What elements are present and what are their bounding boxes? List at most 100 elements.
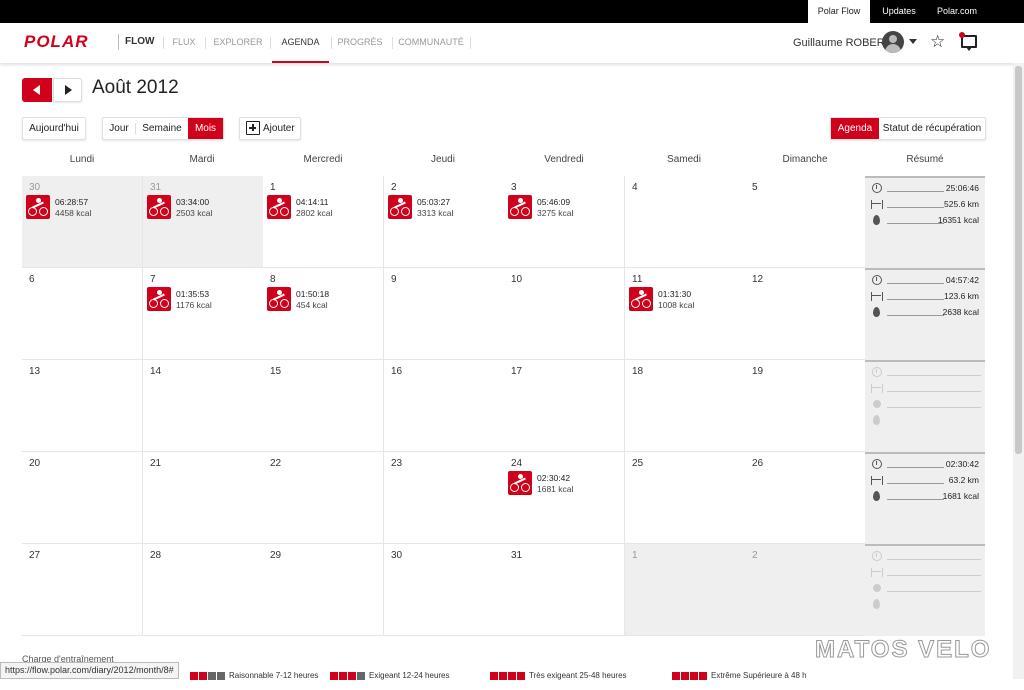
nav-explorer[interactable]: EXPLORER (209, 23, 267, 63)
cycling-icon (388, 195, 412, 219)
session-duration: 05:03:27 (417, 197, 451, 207)
stopwatch-icon (871, 182, 882, 193)
topbar-polar-flow-link[interactable]: Polar Flow (808, 0, 870, 23)
nav-separator (392, 37, 393, 49)
day-cell[interactable]: 28 (143, 544, 264, 636)
day-cell[interactable]: 27 (22, 544, 143, 636)
today-button[interactable]: Aujourd'hui (22, 117, 86, 140)
day-number: 15 (270, 366, 282, 377)
day-number: 23 (391, 458, 403, 469)
weekday-saturday: Samedi (667, 154, 701, 165)
view-week-button[interactable]: Semaine (136, 118, 188, 139)
week-summary: 02:30:42 63.2 km 1681 kcal (865, 452, 985, 544)
flame-icon (871, 214, 882, 225)
recovery-status-button[interactable]: Statut de récupération (879, 118, 985, 139)
nav-separator (470, 37, 471, 49)
day-cell[interactable]: 29 (263, 544, 384, 636)
nav-separator (331, 37, 332, 49)
distance-icon (871, 382, 883, 393)
day-cell[interactable]: 1 04:14:11 2802 kcal (263, 176, 384, 268)
day-cell[interactable]: 12 (745, 268, 866, 360)
day-cell[interactable]: 4 (625, 176, 746, 268)
cycling-icon (147, 195, 171, 219)
day-number: 31 (511, 550, 523, 561)
day-cell[interactable]: 15 (263, 360, 384, 452)
week-summary (865, 360, 985, 452)
topbar-updates-link[interactable]: Updates (870, 0, 928, 23)
day-cell[interactable]: 21 (143, 452, 264, 544)
day-cell[interactable]: 5 (745, 176, 866, 268)
day-number: 6 (29, 274, 35, 285)
day-cell[interactable]: 22 (263, 452, 384, 544)
day-cell[interactable]: 23 (384, 452, 505, 544)
day-cell[interactable]: 16 (384, 360, 505, 452)
session-duration: 01:35:53 (176, 289, 210, 299)
session-calories: 2802 kcal (296, 208, 333, 218)
day-cell[interactable]: 8 01:50:18 454 kcal (263, 268, 384, 360)
user-name[interactable]: Guillaume ROBERT (793, 37, 891, 49)
day-cell[interactable]: 14 (143, 360, 264, 452)
day-cell[interactable]: 30 06:28:57 4458 kcal (22, 176, 143, 268)
agenda-recovery-switch: Agenda Statut de récupération (830, 117, 986, 140)
day-cell[interactable]: 26 (745, 452, 866, 544)
day-number: 24 (511, 458, 523, 469)
day-number: 5 (752, 182, 758, 193)
day-cell[interactable]: 18 (625, 360, 746, 452)
day-cell[interactable]: 6 (22, 268, 143, 360)
day-cell[interactable]: 11 01:31:30 1008 kcal (625, 268, 746, 360)
view-month-button[interactable]: Mois (188, 118, 223, 139)
summary-distance: 123.6 km (944, 291, 979, 301)
day-number: 22 (270, 458, 282, 469)
day-number: 13 (29, 366, 41, 377)
avatar[interactable] (882, 31, 904, 53)
day-cell[interactable]: 13 (22, 360, 143, 452)
nav-flux[interactable]: FLUX (166, 23, 202, 63)
day-cell[interactable]: 10 (504, 268, 625, 360)
day-cell[interactable]: 9 (384, 268, 505, 360)
day-cell[interactable]: 3 05:46:09 3275 kcal (504, 176, 625, 268)
day-cell[interactable]: 2 (745, 544, 866, 636)
day-cell[interactable]: 1 (625, 544, 746, 636)
topbar-polar-com-link[interactable]: Polar.com (928, 0, 986, 23)
next-month-button[interactable] (53, 78, 82, 102)
view-switch: Jour Semaine Mois (102, 117, 224, 140)
agenda-button[interactable]: Agenda (831, 118, 879, 139)
distance-icon (871, 290, 883, 301)
session-duration: 02:30:42 (537, 473, 571, 483)
scrollbar-thumb[interactable] (1015, 66, 1022, 454)
summary-calories: 1681 kcal (942, 491, 979, 501)
day-cell[interactable]: 7 01:35:53 1176 kcal (143, 268, 264, 360)
day-number: 1 (632, 550, 638, 561)
day-cell[interactable]: 20 (22, 452, 143, 544)
day-cell[interactable]: 31 (504, 544, 625, 636)
day-number: 2 (752, 550, 758, 561)
summary-distance: 525.6 km (944, 199, 979, 209)
summary-calories: 2638 kcal (942, 307, 979, 317)
nav-progres[interactable]: PROGRÈS (334, 23, 386, 63)
nav-communaute[interactable]: COMMUNAUTÉ (397, 23, 465, 63)
day-cell[interactable]: 19 (745, 360, 866, 452)
flow-label: FLOW (118, 34, 154, 50)
session-calories: 4458 kcal (55, 208, 92, 218)
view-day-button[interactable]: Jour (103, 118, 135, 139)
day-cell[interactable]: 31 03:34:00 2503 kcal (143, 176, 264, 268)
month-title: Août 2012 (92, 77, 179, 98)
day-cell[interactable]: 24 02:30:42 1681 kcal (504, 452, 625, 544)
day-cell[interactable]: 30 (384, 544, 505, 636)
summary-time: 04:57:42 (945, 275, 979, 285)
chevron-down-icon[interactable] (909, 39, 917, 44)
day-cell[interactable]: 17 (504, 360, 625, 452)
day-number: 2 (391, 182, 397, 193)
star-icon[interactable]: ☆ (930, 33, 945, 51)
polar-logo[interactable]: POLAR (24, 32, 89, 52)
day-cell[interactable]: 25 (625, 452, 746, 544)
stopwatch-icon (871, 274, 882, 285)
nav-separator (163, 37, 164, 49)
notification-dot (959, 32, 965, 38)
weekday-monday: Lundi (69, 154, 95, 165)
nav-agenda[interactable]: AGENDA (272, 23, 329, 63)
day-cell[interactable]: 2 05:03:27 3313 kcal (384, 176, 505, 268)
prev-month-button[interactable] (22, 78, 52, 102)
week-summary (865, 544, 985, 636)
dot-icon (871, 582, 882, 593)
